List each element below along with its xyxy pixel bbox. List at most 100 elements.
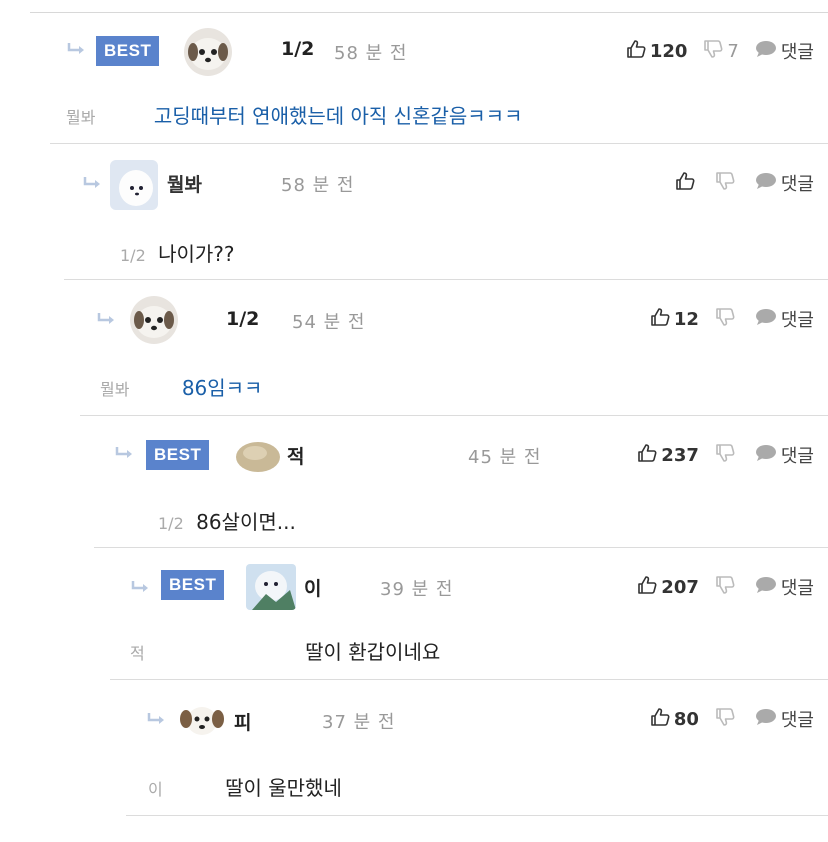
- dislike-button[interactable]: 7: [703, 39, 739, 64]
- avatar[interactable]: [246, 564, 296, 610]
- comment-actions: 120 7 댓글: [610, 36, 814, 66]
- mention[interactable]: 1/2: [158, 514, 184, 533]
- reply-label: 댓글: [780, 446, 814, 467]
- thumbs-down-icon: [715, 575, 735, 600]
- comment-1: BEST 1/2 58 분 전 120 7 댓글 뭘봐 고딩때부터 연애했는데 …: [50, 14, 828, 144]
- like-button[interactable]: [675, 171, 699, 196]
- timestamp: 37 분 전: [322, 712, 396, 733]
- comment-text: 고딩때부터 연애했는데 아직 신혼같음ㅋㅋㅋ: [153, 104, 523, 128]
- comment-header: BEST 이 39 분 전 207 댓글: [110, 550, 828, 610]
- comment-actions: 237 댓글: [621, 440, 814, 470]
- mention[interactable]: 1/2: [120, 246, 146, 265]
- mention[interactable]: 뭘봐: [100, 380, 129, 399]
- avatar[interactable]: [184, 28, 232, 76]
- divider: [94, 547, 828, 548]
- comment-5: BEST 이 39 분 전 207 댓글 적 딸이 환갑이네요: [110, 550, 828, 680]
- author-name[interactable]: 1/2: [226, 308, 259, 330]
- thumbs-up-icon: [637, 575, 657, 600]
- thumbs-down-icon: [715, 307, 735, 332]
- author-name[interactable]: 적: [287, 442, 304, 469]
- reply-button[interactable]: 댓글: [755, 706, 814, 732]
- comment-text: 딸이 울만했네: [225, 776, 342, 800]
- mention[interactable]: 적: [130, 644, 145, 663]
- reply-label: 댓글: [780, 578, 814, 599]
- reply-arrow-icon: [114, 446, 134, 460]
- avatar[interactable]: [235, 440, 281, 474]
- speech-bubble-icon: [755, 444, 777, 467]
- thumbs-up-icon: [650, 707, 670, 732]
- reply-arrow-icon: [146, 712, 166, 726]
- speech-bubble-icon: [755, 576, 777, 599]
- author-name[interactable]: 피: [234, 708, 251, 735]
- comment-header: 피 37 분 전 80 댓글: [126, 682, 828, 742]
- dislike-button[interactable]: [715, 307, 739, 332]
- comment-body: 적 딸이 환갑이네요: [110, 636, 828, 665]
- comment-4: BEST 적 45 분 전 237 댓글 1/2 86살이면...: [94, 418, 828, 548]
- comment-text: 86살이면...: [196, 510, 296, 534]
- reply-button[interactable]: 댓글: [755, 442, 814, 468]
- like-button[interactable]: 80: [650, 707, 699, 732]
- like-button[interactable]: 237: [637, 443, 699, 468]
- like-button[interactable]: 207: [637, 575, 699, 600]
- timestamp: 58 분 전: [281, 175, 355, 196]
- timestamp: 54 분 전: [292, 312, 366, 333]
- comment-6: 피 37 분 전 80 댓글 이 딸이 울만했네: [126, 682, 828, 816]
- comment-body: 1/2 나이가??: [64, 238, 828, 267]
- mention[interactable]: 이: [148, 780, 163, 799]
- best-badge: BEST: [161, 570, 225, 600]
- reply-button[interactable]: 댓글: [755, 38, 814, 64]
- reply-button[interactable]: 댓글: [755, 574, 814, 600]
- comment-header: BEST 1/2 58 분 전 120 7 댓글: [50, 14, 828, 76]
- thumbs-down-icon: [715, 443, 735, 468]
- comment-text: 딸이 환갑이네요: [305, 640, 441, 664]
- comment-body: 뭘봐 86임ㅋㅋ: [80, 372, 828, 401]
- like-count: 12: [673, 308, 699, 330]
- comment-body: 이 딸이 울만했네: [126, 772, 828, 801]
- avatar[interactable]: [178, 702, 226, 738]
- best-badge: BEST: [96, 36, 160, 66]
- comment-3: 1/2 54 분 전 12 댓글 뭘봐 86임ㅋㅋ: [80, 282, 828, 416]
- dislike-button[interactable]: [715, 171, 739, 196]
- like-button[interactable]: 12: [650, 307, 699, 332]
- author-name[interactable]: 1/2: [281, 38, 314, 60]
- comment-actions: 207 댓글: [621, 572, 814, 602]
- speech-bubble-icon: [755, 708, 777, 731]
- reply-label: 댓글: [780, 174, 814, 195]
- comment-body: 1/2 86살이면...: [94, 506, 828, 535]
- reply-label: 댓글: [780, 710, 814, 731]
- comment-header: 뭘봐 58 분 전 댓글: [64, 146, 828, 210]
- comment-2: 뭘봐 58 분 전 댓글 1/2 나이가??: [64, 146, 828, 280]
- author-name[interactable]: 뭘봐: [167, 170, 202, 197]
- thumbs-down-icon: [715, 171, 735, 196]
- dislike-button[interactable]: [715, 707, 739, 732]
- timestamp: 58 분 전: [334, 43, 408, 64]
- reply-button[interactable]: 댓글: [755, 170, 814, 196]
- comment-actions: 12 댓글: [634, 304, 814, 334]
- thumbs-up-icon: [675, 171, 695, 196]
- thumbs-down-icon: [703, 39, 723, 64]
- comment-header: BEST 적 45 분 전 237 댓글: [94, 418, 828, 478]
- divider: [126, 815, 828, 816]
- reply-arrow-icon: [96, 312, 116, 326]
- thumbs-down-icon: [715, 707, 735, 732]
- reply-arrow-icon: [130, 580, 150, 594]
- reply-label: 댓글: [780, 42, 814, 63]
- avatar[interactable]: [130, 296, 178, 344]
- author-name[interactable]: 이: [304, 574, 321, 601]
- reply-arrow-icon: [82, 176, 102, 190]
- timestamp: 45 분 전: [468, 447, 542, 468]
- reply-button[interactable]: 댓글: [755, 306, 814, 332]
- comment-text: 86임ㅋㅋ: [181, 376, 263, 400]
- dislike-button[interactable]: [715, 575, 739, 600]
- like-button[interactable]: 120: [626, 39, 687, 64]
- reply-label: 댓글: [780, 310, 814, 331]
- dislike-button[interactable]: [715, 443, 739, 468]
- comment-text: 나이가??: [158, 242, 235, 266]
- mention[interactable]: 뭘봐: [66, 108, 95, 127]
- comment-actions: 80 댓글: [634, 704, 814, 734]
- like-count: 237: [661, 444, 699, 466]
- avatar[interactable]: [110, 160, 158, 210]
- divider: [110, 679, 828, 680]
- divider: [64, 279, 828, 280]
- speech-bubble-icon: [755, 308, 777, 331]
